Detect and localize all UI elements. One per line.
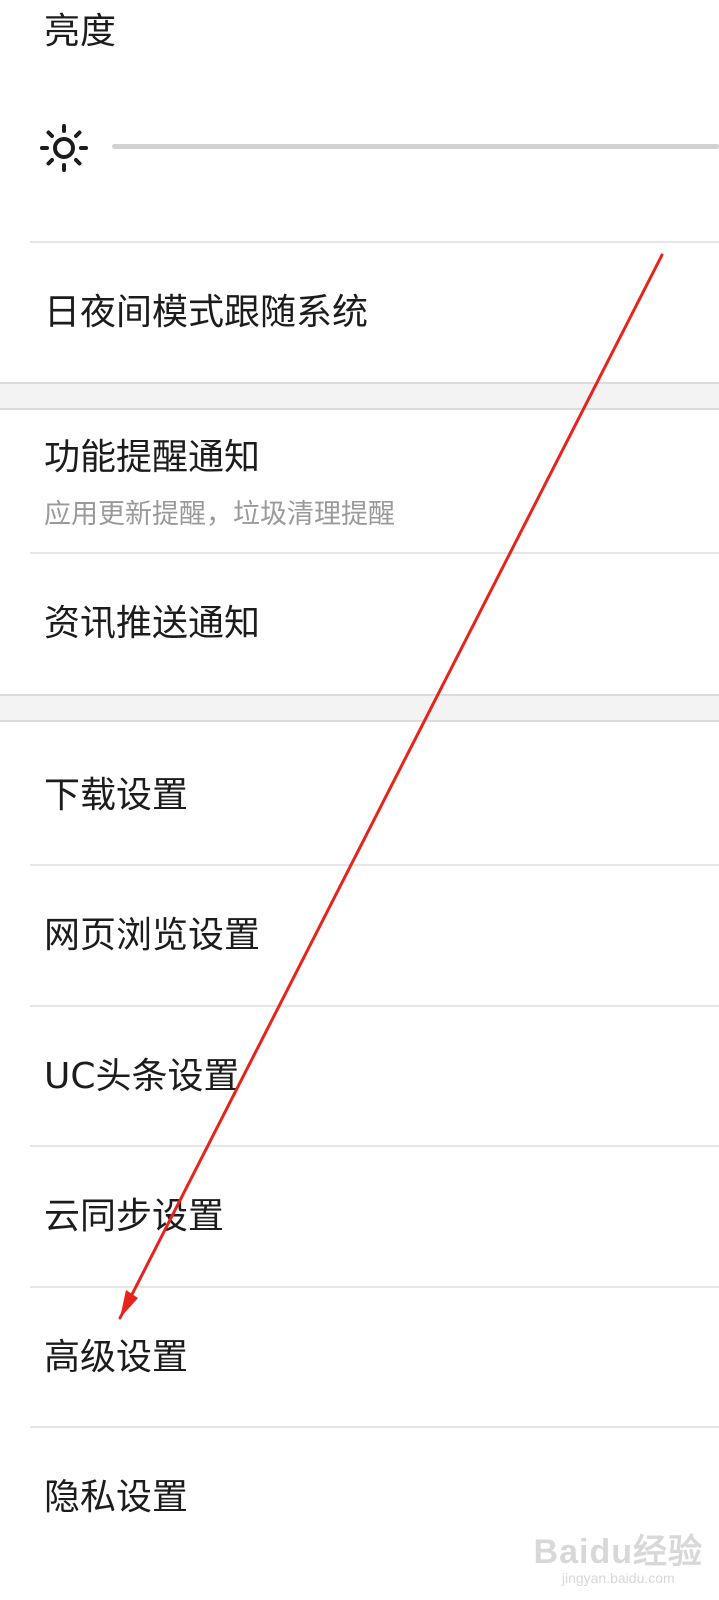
feature-notice-label: 功能提醒通知 — [44, 437, 261, 478]
web-browsing-settings-row[interactable]: 网页浏览设置 — [0, 866, 719, 1005]
section-gap — [0, 694, 719, 722]
night-mode-label: 日夜间模式跟随系统 — [44, 292, 369, 333]
privacy-settings-label: 隐私设置 — [44, 1477, 189, 1518]
watermark-brand: Baidu经验 — [533, 1533, 703, 1571]
web-browsing-settings-label: 网页浏览设置 — [44, 915, 261, 956]
sun-icon — [40, 124, 88, 172]
download-settings-row[interactable]: 下载设置 — [0, 722, 719, 864]
uc-headlines-settings-row[interactable]: UC头条设置 — [0, 1007, 719, 1145]
uc-headlines-settings-label: UC头条设置 — [44, 1056, 240, 1097]
feature-notice-description: 应用更新提醒，垃圾清理提醒 — [44, 499, 395, 530]
brightness-title: 亮度 — [44, 11, 117, 52]
download-settings-label: 下载设置 — [44, 775, 189, 816]
watermark-domain: jingyan.baidu.com — [561, 1570, 675, 1586]
brightness-slider[interactable] — [112, 144, 719, 149]
brightness-section: 亮度 — [0, 0, 719, 242]
advanced-settings-label: 高级设置 — [44, 1337, 189, 1378]
news-push-label: 资讯推送通知 — [44, 603, 261, 644]
cloud-sync-settings-row[interactable]: 云同步设置 — [0, 1147, 719, 1286]
advanced-settings-row[interactable]: 高级设置 — [0, 1288, 719, 1426]
feature-notice-row[interactable]: 功能提醒通知 应用更新提醒，垃圾清理提醒 — [0, 410, 719, 553]
cloud-sync-settings-label: 云同步设置 — [44, 1196, 225, 1237]
section-gap — [0, 382, 719, 410]
news-push-row[interactable]: 资讯推送通知 — [0, 554, 719, 694]
night-mode-row[interactable]: 日夜间模式跟随系统 — [0, 243, 719, 383]
baidu-watermark: Baidu经验 jingyan.baidu.com — [534, 1534, 703, 1586]
